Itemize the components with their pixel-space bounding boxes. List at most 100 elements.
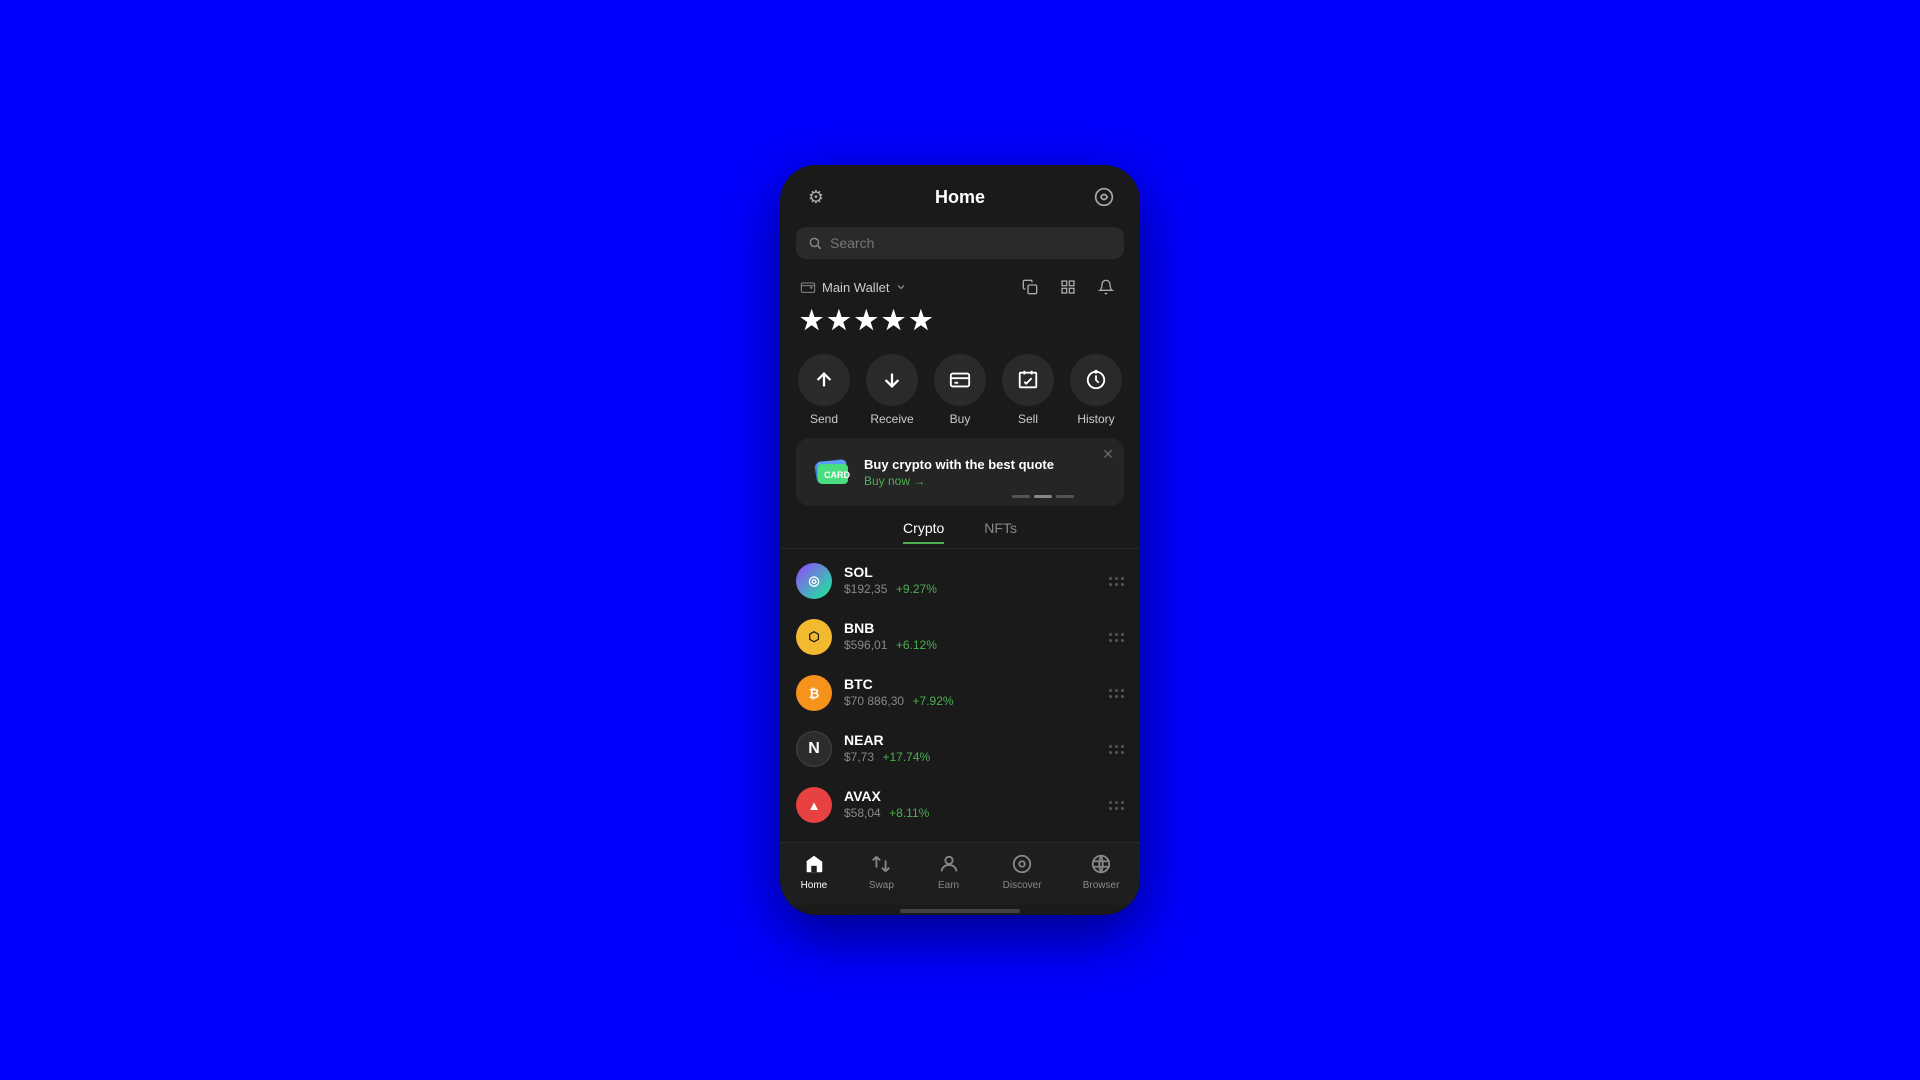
nav-earn[interactable]: Earn (936, 851, 962, 891)
btc-change: +7.92% (913, 694, 954, 708)
near-price-row: $7,73 +17.74% (844, 748, 1097, 766)
send-icon (798, 354, 850, 406)
btc-price: $70 886,30 (844, 694, 904, 708)
promo-link[interactable]: Buy now → (864, 474, 1054, 488)
near-price: $7,73 (844, 750, 874, 764)
wallet-action-icons (1016, 273, 1120, 301)
nav-browser-label: Browser (1083, 880, 1120, 891)
send-label: Send (810, 412, 838, 426)
history-button[interactable]: History (1070, 354, 1122, 426)
bnb-more[interactable] (1109, 633, 1124, 642)
phone-app: ⚙ Home Main Wallet (780, 165, 1140, 915)
promo-text: Buy crypto with the best quote Buy now → (864, 457, 1054, 488)
crypto-item-near[interactable]: N NEAR $7,73 +17.74% (780, 721, 1140, 777)
avax-change: +8.11% (889, 806, 929, 820)
near-change: +17.74% (882, 750, 930, 764)
send-button[interactable]: Send (798, 354, 850, 426)
crypto-item-bnb[interactable]: ⬡ BNB $596,01 +6.12% (780, 609, 1140, 665)
asset-tabs: Crypto NFTs (780, 512, 1140, 549)
bell-icon[interactable] (1092, 273, 1120, 301)
search-input[interactable] (830, 235, 1112, 251)
avax-more[interactable] (1109, 801, 1124, 810)
discover-icon (1009, 851, 1035, 877)
nav-home[interactable]: Home (801, 851, 828, 891)
receive-label: Receive (870, 412, 913, 426)
avax-price: $58,04 (844, 806, 881, 820)
nav-discover-label: Discover (1003, 880, 1042, 891)
crypto-item-avax[interactable]: ▲ AVAX $58,04 +8.11% (780, 777, 1140, 833)
history-icon (1070, 354, 1122, 406)
sol-symbol: SOL (844, 564, 1097, 580)
crypto-item-sol[interactable]: ◎ SOL $192,35 +9.27% (780, 553, 1140, 609)
earn-icon (936, 851, 962, 877)
near-icon: N (796, 731, 832, 767)
near-more[interactable] (1109, 745, 1124, 754)
tab-nfts[interactable]: NFTs (984, 520, 1017, 544)
bottom-nav: Home Swap Earn (780, 842, 1140, 905)
page-title: Home (935, 187, 985, 208)
wallet-section: Main Wallet (780, 269, 1140, 344)
crypto-item-matic[interactable]: M MATIC (780, 833, 1140, 842)
wallet-name: Main Wallet (800, 279, 907, 295)
header: ⚙ Home (780, 165, 1140, 221)
link-icon[interactable] (1088, 181, 1120, 213)
swap-icon (868, 851, 894, 877)
avax-icon: ▲ (796, 787, 832, 823)
sol-more[interactable] (1109, 577, 1124, 586)
svg-text:CARD: CARD (824, 470, 850, 480)
wallet-row: Main Wallet (800, 273, 1120, 301)
promo-banner: CARD Buy crypto with the best quote Buy … (796, 438, 1124, 506)
bnb-symbol: BNB (844, 620, 1097, 636)
bnb-change: +6.12% (896, 638, 937, 652)
btc-price-row: $70 886,30 +7.92% (844, 692, 1097, 710)
chevron-down-icon (895, 281, 907, 293)
home-indicator (900, 909, 1020, 913)
nav-swap-label: Swap (869, 880, 894, 891)
btc-more[interactable] (1109, 689, 1124, 698)
avax-info: AVAX $58,04 +8.11% (844, 788, 1097, 822)
near-info: NEAR $7,73 +17.74% (844, 732, 1097, 766)
sol-change: +9.27% (896, 582, 937, 596)
near-symbol: NEAR (844, 732, 1097, 748)
tab-crypto[interactable]: Crypto (903, 520, 944, 544)
sol-price-row: $192,35 +9.27% (844, 580, 1097, 598)
promo-dot-3 (1056, 495, 1074, 498)
sol-icon: ◎ (796, 563, 832, 599)
btc-info: BTC $70 886,30 +7.92% (844, 676, 1097, 710)
nav-browser[interactable]: Browser (1083, 851, 1120, 891)
home-icon (801, 851, 827, 877)
avax-symbol: AVAX (844, 788, 1097, 804)
buy-icon (934, 354, 986, 406)
promo-image: CARD (810, 450, 854, 494)
nav-swap[interactable]: Swap (868, 851, 894, 891)
btc-icon: ₿ (796, 675, 832, 711)
bnb-icon: ⬡ (796, 619, 832, 655)
copy-icon[interactable] (1016, 273, 1044, 301)
buy-button[interactable]: Buy (934, 354, 986, 426)
sell-button[interactable]: Sell (1002, 354, 1054, 426)
settings-icon[interactable]: ⚙ (800, 181, 832, 213)
scan-icon[interactable] (1054, 273, 1082, 301)
wallet-label: Main Wallet (822, 280, 889, 295)
promo-title: Buy crypto with the best quote (864, 457, 1054, 472)
sol-info: SOL $192,35 +9.27% (844, 564, 1097, 598)
btc-symbol: BTC (844, 676, 1097, 692)
receive-button[interactable]: Receive (866, 354, 918, 426)
promo-dot-1 (1012, 495, 1030, 498)
receive-icon (866, 354, 918, 406)
nav-home-label: Home (801, 880, 828, 891)
search-icon (808, 236, 822, 250)
bnb-info: BNB $596,01 +6.12% (844, 620, 1097, 654)
bnb-price: $596,01 (844, 638, 887, 652)
wallet-icon (800, 279, 816, 295)
sell-icon (1002, 354, 1054, 406)
crypto-list: ◎ SOL $192,35 +9.27% ⬡ BNB $596,01 +6.12… (780, 549, 1140, 842)
nav-earn-label: Earn (938, 880, 959, 891)
crypto-item-btc[interactable]: ₿ BTC $70 886,30 +7.92% (780, 665, 1140, 721)
promo-close-button[interactable]: ✕ (1102, 446, 1114, 463)
browser-icon (1088, 851, 1114, 877)
nav-discover[interactable]: Discover (1003, 851, 1042, 891)
promo-dot-2 (1034, 495, 1052, 498)
search-bar[interactable] (796, 227, 1124, 259)
action-buttons: Send Receive Buy (780, 344, 1140, 432)
